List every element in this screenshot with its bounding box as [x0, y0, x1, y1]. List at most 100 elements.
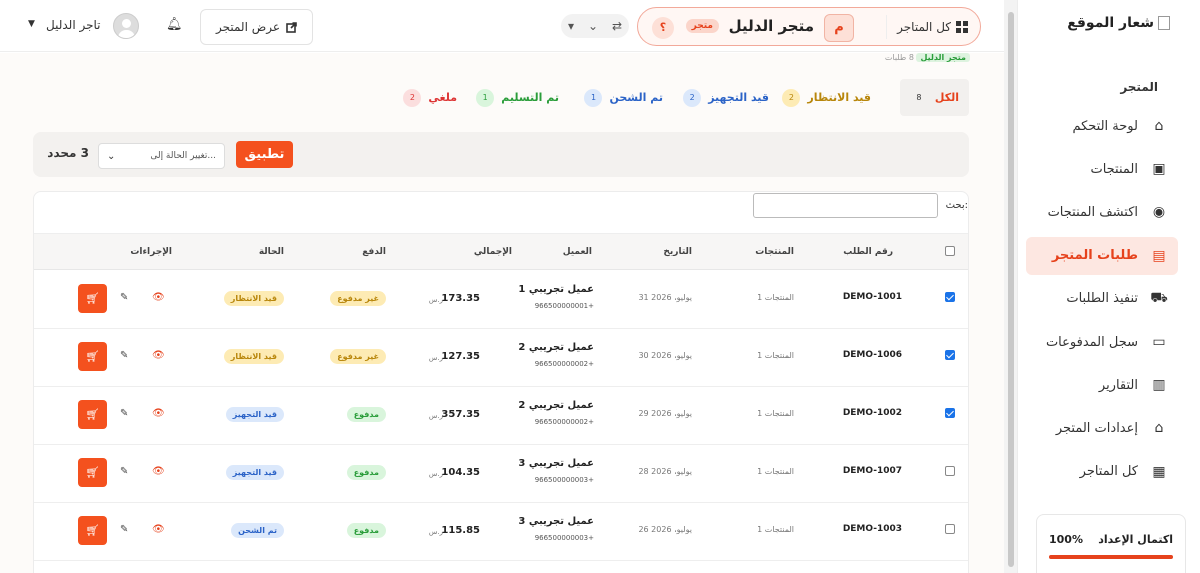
setup-progress-label: اكتمال الإعداد [1098, 533, 1173, 546]
sidebar-item-8[interactable]: ▦ كل المتاجر [1026, 453, 1178, 491]
search-label: بحث: [945, 200, 968, 211]
avatar[interactable] [113, 13, 139, 39]
column-header-4: الإجمالي [473, 247, 512, 257]
row-checkbox[interactable] [945, 350, 955, 360]
user-name[interactable]: تاجر الدليل [46, 18, 101, 32]
grid-icon: ▦ [1152, 463, 1166, 480]
eye-icon[interactable]: 👁︎ [152, 524, 165, 535]
selected-count: 3 محدد [47, 146, 89, 160]
scrollbar-thumb[interactable] [1008, 12, 1014, 567]
tab-label: تم الشحن [609, 91, 663, 104]
store-switcher[interactable]: كل المتاجر م متجر الدليل متجر ؟ [637, 7, 981, 46]
products-count: 1 المنتجات [757, 293, 794, 302]
edit-icon[interactable]: ✎ [120, 350, 128, 361]
table-row: DEMO-1001 1 المنتجات 31 يوليو، 2026 عميل تج… [34, 271, 968, 329]
row-checkbox[interactable] [945, 466, 955, 476]
store-type-badge: متجر [685, 19, 719, 33]
sidebar-item-label: المنتجات [1090, 161, 1138, 177]
currency-label: ر.س [428, 470, 443, 478]
search-input[interactable] [753, 193, 938, 218]
change-status-select[interactable]: تغيير الحالة إلى... ⌄ [98, 143, 225, 169]
column-header-6: الحالة [258, 247, 284, 257]
tab-2[interactable]: قيد التجهيز 2 [673, 79, 779, 116]
sidebar-item-6[interactable]: ▥ التقارير [1026, 366, 1178, 404]
eye-icon[interactable]: 👁︎ [152, 466, 165, 477]
column-header-3: العميل [562, 247, 592, 257]
site-logo[interactable]: شعار الموقع [1067, 15, 1170, 31]
store-switch-control[interactable]: ▾ ⌄ ⇄ [561, 14, 629, 38]
eye-icon[interactable]: 👁︎ [152, 350, 165, 361]
tab-count-badge: 2 [403, 88, 422, 107]
store-help-button[interactable]: ؟ [652, 17, 674, 39]
customer-name: عميل تجريبي 3 [518, 458, 594, 469]
sidebar-item-4[interactable]: ⛟ تنفيذ الطلبات [1026, 280, 1178, 318]
eye-icon[interactable]: 👁︎ [152, 408, 165, 419]
order-status-tabs: الكل 8 قيد الانتظار 2 قيد التجهيز 2 تم الشحن 1 ت… [375, 79, 969, 116]
status-badge: قيد الانتظار [223, 349, 284, 364]
tab-3[interactable]: تم الشحن 1 [574, 79, 673, 116]
caret-down-icon[interactable]: ▼ [28, 19, 35, 29]
bell-icon[interactable]: 🔔︎ [166, 17, 183, 32]
edit-icon[interactable]: ✎ [120, 524, 128, 535]
cart-icon: 🛒︎ [85, 292, 100, 305]
tab-1[interactable]: قيد الانتظار 2 [772, 79, 881, 116]
sidebar-item-2[interactable]: ◉ اكتشف المنتجات [1026, 193, 1178, 231]
cart-button[interactable]: 🛒︎ [78, 516, 107, 545]
tab-label: تم التسليم [501, 91, 559, 104]
products-count: 1 المنتجات [757, 351, 794, 360]
cart-button[interactable]: 🛒︎ [78, 342, 107, 371]
store-name: متجر الدليل [728, 17, 814, 35]
view-store-button[interactable]: عرض المتجر [200, 9, 313, 45]
order-number[interactable]: DEMO-1007 [843, 466, 902, 476]
cart-button[interactable]: 🛒︎ [78, 400, 107, 429]
table-row: DEMO-1003 1 المنتجات 26 يوليو، 2026 عميل تج… [34, 503, 968, 561]
all-stores-label: كل المتاجر [897, 20, 951, 34]
edit-icon[interactable]: ✎ [120, 408, 128, 419]
all-stores-link[interactable]: كل المتاجر [886, 15, 968, 39]
row-checkbox[interactable] [945, 524, 955, 534]
tab-5[interactable]: ملغي 2 [393, 79, 467, 116]
sidebar-item-0[interactable]: ⌂ لوحة التحكم [1026, 107, 1178, 145]
table-row: DEMO-1006 1 المنتجات 30 يوليو، 2026 عميل تج… [34, 329, 968, 387]
eye-icon[interactable]: 👁︎ [152, 292, 165, 303]
customer-phone: 966500000002+ [534, 360, 594, 368]
status-select-value: تغيير الحالة إلى... [150, 151, 216, 161]
order-number[interactable]: DEMO-1001 [843, 292, 902, 302]
order-total: 173.35 [441, 293, 480, 304]
customer-phone: 966500000002+ [534, 418, 594, 426]
cart-icon: 🛒︎ [85, 466, 100, 479]
cart-button[interactable]: 🛒︎ [78, 284, 107, 313]
sidebar: شعار الموقع المتجر ⌂ لوحة التحكم ▣ المنتجات… [1017, 0, 1200, 573]
tab-4[interactable]: تم التسليم 1 [466, 79, 569, 116]
order-number[interactable]: DEMO-1006 [843, 350, 902, 360]
row-checkbox[interactable] [945, 292, 955, 302]
sidebar-item-5[interactable]: ▭ سجل المدفوعات [1026, 323, 1178, 361]
apply-button[interactable]: تطبيق [236, 141, 293, 168]
sidebar-item-1[interactable]: ▣ المنتجات [1026, 150, 1178, 188]
edit-icon[interactable]: ✎ [120, 292, 128, 303]
order-total: 104.35 [441, 467, 480, 478]
sidebar-section-title: المتجر [1120, 80, 1158, 94]
order-date: 31 يوليو، 2026 [638, 293, 692, 302]
edit-icon[interactable]: ✎ [120, 466, 128, 477]
payment-badge: غير مدفوع [330, 349, 386, 364]
status-badge: قيد التجهيز [225, 407, 284, 422]
store-icon: ⌂ [1154, 420, 1164, 437]
sidebar-item-7[interactable]: ⌂ إعدادات المتجر [1026, 409, 1178, 447]
order-number[interactable]: DEMO-1002 [843, 408, 902, 418]
tab-label: الكل [934, 91, 959, 104]
currency-label: ر.س [428, 354, 443, 362]
sidebar-item-label: كل المتاجر [1079, 464, 1138, 480]
order-number[interactable]: DEMO-1003 [843, 524, 902, 534]
page-scrollbar[interactable] [1004, 0, 1017, 573]
cart-button[interactable]: 🛒︎ [78, 458, 107, 487]
sidebar-item-3[interactable]: ▤ طلبات المتجر [1026, 236, 1178, 275]
status-badge: قيد التجهيز [225, 465, 284, 480]
tab-0[interactable]: الكل 8 [899, 79, 969, 116]
status-badge: قيد الانتظار [223, 291, 284, 306]
currency-label: ر.س [428, 296, 443, 304]
order-date: 26 يوليو، 2026 [638, 525, 692, 534]
select-all-checkbox[interactable] [945, 246, 955, 256]
row-checkbox[interactable] [945, 408, 955, 418]
site-logo-text: شعار الموقع [1067, 15, 1154, 31]
